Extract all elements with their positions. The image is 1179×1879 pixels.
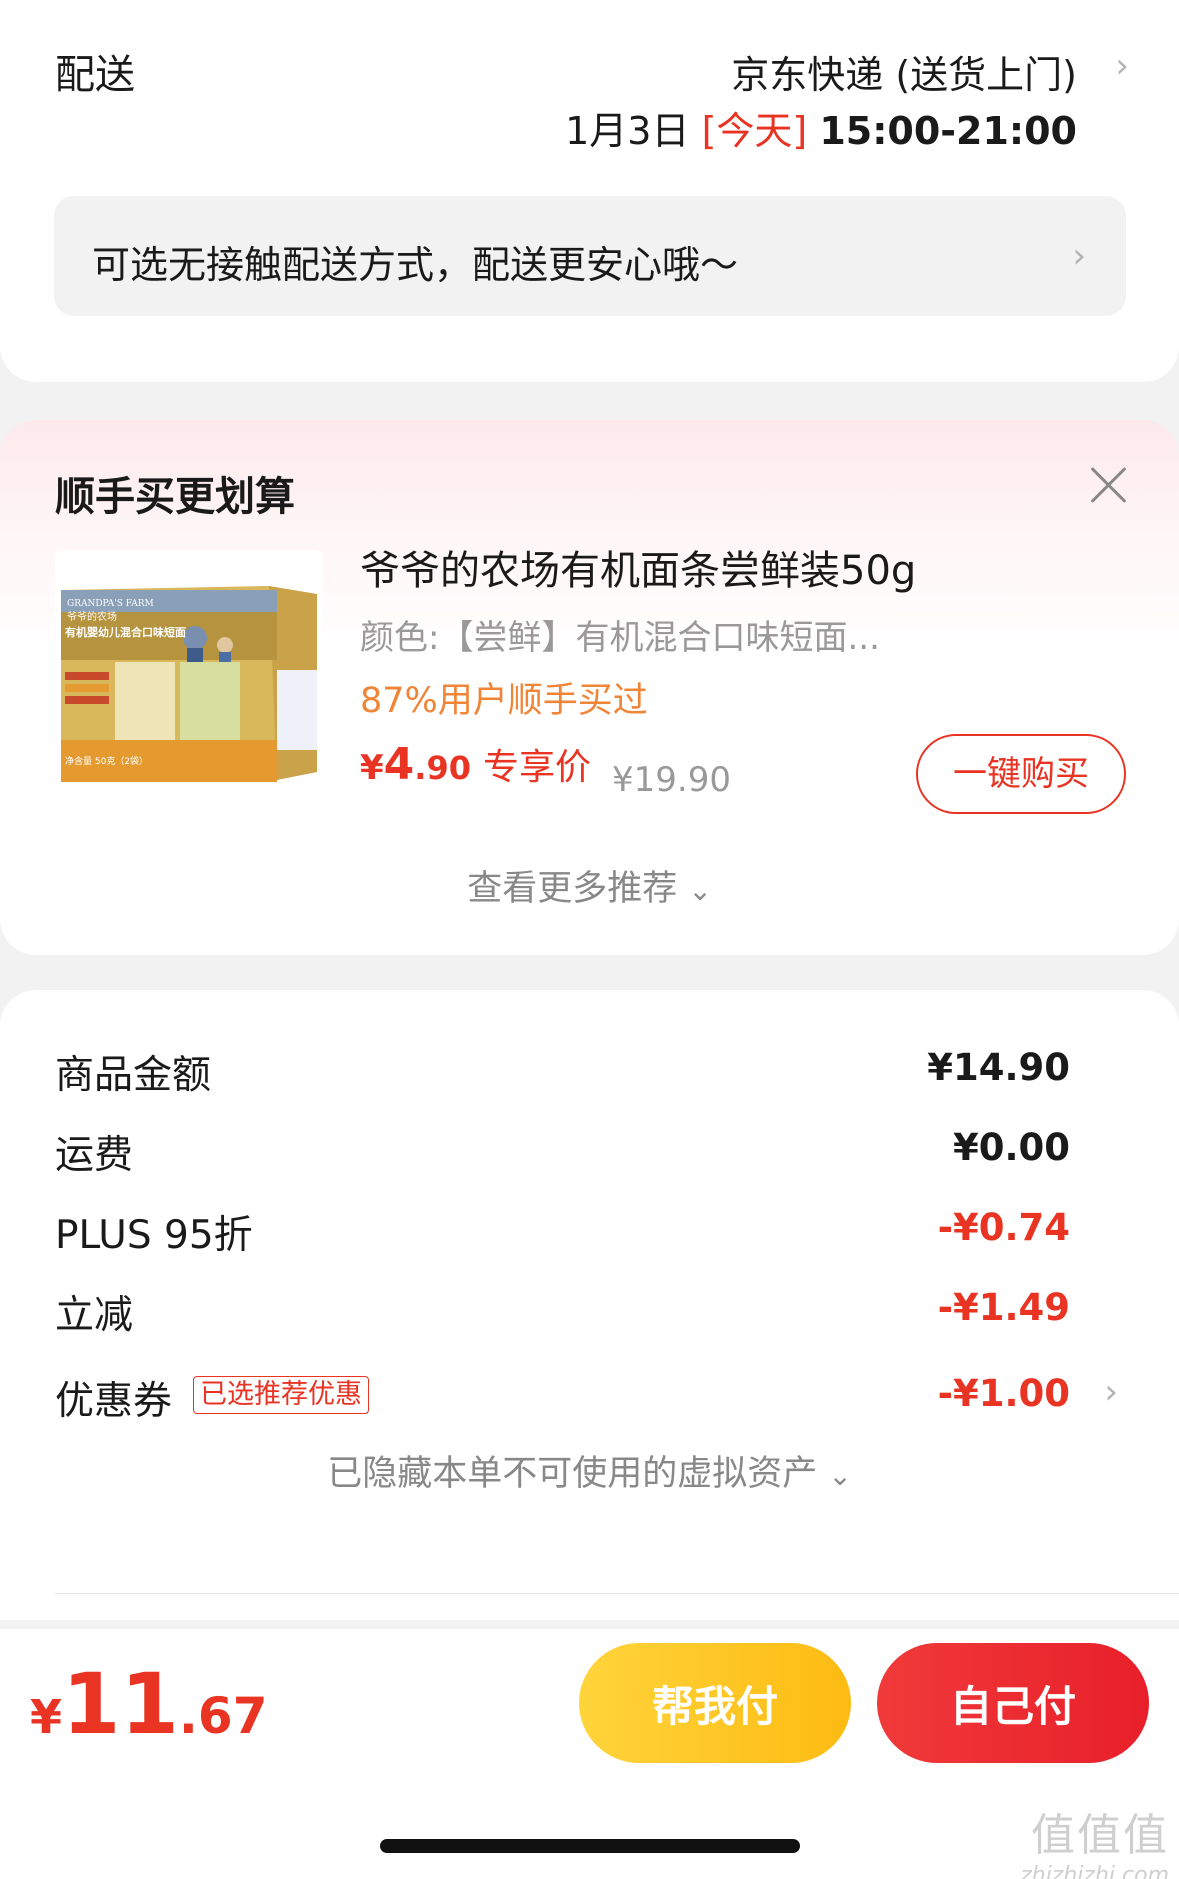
summary-row-subtotal: 商品金额 ¥14.90: [55, 1044, 1070, 1104]
chevron-right-icon: ›: [1072, 236, 1086, 276]
chevron-right-icon: ›: [1104, 1372, 1118, 1412]
total-integer: 11: [62, 1655, 179, 1753]
social-proof: 87%用户顺手买过: [360, 681, 648, 721]
watermark-logo: 值值值: [1031, 1810, 1169, 1861]
chevron-down-icon: ⌄: [688, 874, 712, 907]
more-recommendations-link[interactable]: 查看更多推荐 ⌄: [0, 860, 1179, 911]
row-value: -¥0.74: [937, 1206, 1070, 1249]
summary-row-plus-discount: PLUS 95折 -¥0.74: [55, 1204, 1070, 1264]
product-image[interactable]: GRANDPA'S FARM 爷爷的农场 有机婴幼儿混合口味短面 净含量 50克…: [55, 550, 323, 812]
delivery-date: 1月3日: [565, 109, 690, 153]
order-summary-card: 商品金额 ¥14.90 运费 ¥0.00 PLUS 95折 -¥0.74 立减 …: [0, 990, 1179, 1620]
close-icon[interactable]: [1089, 465, 1129, 505]
hidden-assets-label: 已隐藏本单不可使用的虚拟资产: [327, 1454, 818, 1494]
delivery-label: 配送: [55, 52, 135, 98]
original-price: ¥19.90: [612, 760, 731, 800]
product-name[interactable]: 爷爷的农场有机面条尝鲜装50g: [360, 538, 916, 596]
row-value: -¥1.49: [937, 1286, 1070, 1329]
today-tag: [今天]: [701, 109, 808, 153]
row-label: 商品金额: [55, 1053, 212, 1098]
home-indicator[interactable]: [380, 1839, 800, 1853]
contactless-delivery-option[interactable]: 可选无接触配送方式，配送更安心哦～ ›: [54, 196, 1126, 316]
row-label: 立减: [55, 1293, 134, 1338]
self-pay-button[interactable]: 自己付: [877, 1643, 1149, 1763]
row-label: 运费: [55, 1133, 134, 1178]
summary-row-coupon[interactable]: 优惠券 已选推荐优惠 -¥1.00 ›: [55, 1370, 1118, 1430]
exclusive-price-tag: 专享价: [482, 747, 591, 788]
total-decimal: .67: [178, 1687, 268, 1745]
more-recommendations-label: 查看更多推荐: [467, 869, 678, 909]
delivery-time[interactable]: 1月3日 [今天] 15:00-21:00: [565, 100, 1077, 155]
product-image-brand-cn: 爷爷的农场: [67, 610, 117, 623]
total-amount: ¥11.67: [30, 1655, 268, 1753]
row-value: -¥1.00: [937, 1372, 1070, 1415]
recommendation-title: 顺手买更划算: [55, 474, 295, 520]
chevron-down-icon: ⌄: [828, 1459, 852, 1492]
hidden-assets-toggle[interactable]: 已隐藏本单不可使用的虚拟资产 ⌄: [0, 1445, 1179, 1496]
total-symbol: ¥: [30, 1690, 63, 1744]
summary-row-shipping: 运费 ¥0.00: [55, 1124, 1070, 1184]
help-pay-button[interactable]: 帮我付: [579, 1643, 851, 1763]
delivery-card: 配送 京东快递 (送货上门) › 1月3日 [今天] 15:00-21:00 可…: [0, 0, 1179, 382]
product-image-subtitle: 有机婴幼儿混合口味短面: [65, 625, 186, 639]
summary-row-instant-discount: 立减 -¥1.49: [55, 1284, 1070, 1344]
product-image-weight: 净含量 50克（2袋）: [65, 755, 148, 767]
product-image-brand: GRANDPA'S FARM: [67, 599, 154, 609]
product-price: ¥4.90 专享价: [360, 738, 591, 790]
coupon-badge: 已选推荐优惠: [193, 1376, 369, 1414]
delivery-hours: 15:00-21:00: [819, 109, 1077, 153]
row-value: ¥0.00: [952, 1126, 1070, 1169]
recommendation-card: 顺手买更划算 GRANDPA'S FARM 爷爷的农场 有机婴幼儿混合口味短面 …: [0, 420, 1179, 955]
product-spec: 颜色:【尝鲜】有机混合口味短面...: [360, 618, 880, 658]
price-symbol: ¥: [360, 748, 384, 788]
contactless-text: 可选无接触配送方式，配送更安心哦～: [92, 243, 739, 287]
divider: [55, 1593, 1179, 1594]
chevron-right-icon[interactable]: ›: [1115, 46, 1129, 86]
row-value: ¥14.90: [927, 1046, 1070, 1089]
price-decimal: .90: [414, 749, 471, 787]
bottom-pay-bar: ¥11.67 帮我付 自己付 值值值 zhizhizhi.com: [0, 1628, 1179, 1879]
delivery-method[interactable]: 京东快递 (送货上门): [731, 44, 1077, 99]
watermark: 值值值 zhizhizhi.com: [1020, 1799, 1169, 1879]
row-label: PLUS 95折: [55, 1213, 253, 1258]
price-integer: 4: [383, 739, 415, 790]
watermark-url: zhizhizhi.com: [1020, 1863, 1169, 1879]
one-click-buy-button[interactable]: 一键购买: [916, 734, 1126, 814]
row-label: 优惠券: [55, 1379, 173, 1424]
